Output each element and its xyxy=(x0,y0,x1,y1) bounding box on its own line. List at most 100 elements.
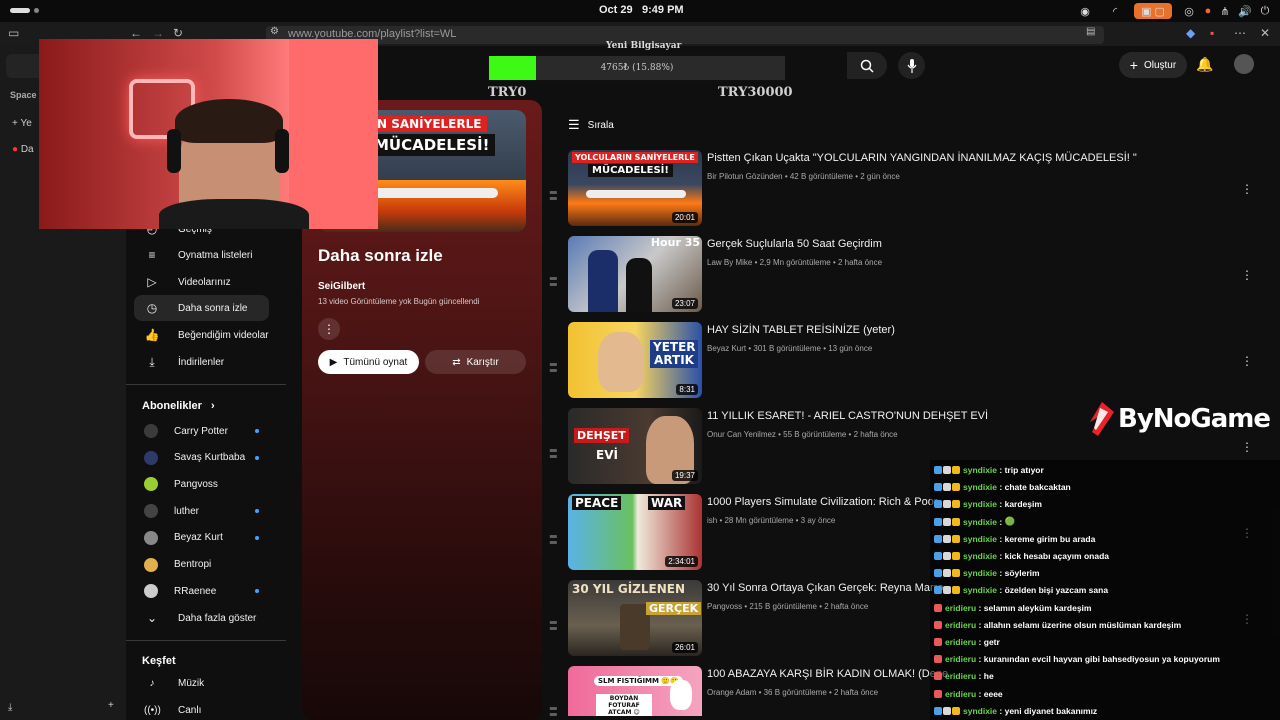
nav-item[interactable]: ▷ Videolarınız xyxy=(134,269,269,295)
video-thumbnail[interactable]: Hour 35 23:07 xyxy=(568,236,702,312)
video-row[interactable]: ‗ ‗ Hour 35 23:07 Gerçek Suçlularla 50 Sa… xyxy=(548,236,1258,316)
explore-item[interactable]: ((•)) Canlı xyxy=(134,697,269,720)
reader-icon[interactable]: ▤ xyxy=(1086,26,1095,37)
workspace-indicator[interactable] xyxy=(10,8,30,13)
drag-handle-icon[interactable]: ‗ ‗ xyxy=(550,611,562,629)
channel-avatar xyxy=(144,450,158,465)
site-settings-icon[interactable]: ⚙ xyxy=(270,26,279,37)
chat-message: syndixie : chate bakcaktan xyxy=(934,479,1071,495)
tab-item-youtube[interactable]: ● Da xyxy=(12,144,34,155)
bynogame-logo: ByNoGame xyxy=(1088,402,1271,436)
extension-badge-icon[interactable]: ▪ xyxy=(1210,26,1214,40)
donation-max: TRY30000 xyxy=(718,85,793,100)
drag-handle-icon[interactable]: ‗ ‗ xyxy=(550,267,562,285)
reload-icon[interactable]: ↻ xyxy=(173,26,183,40)
playlist-more-button[interactable]: ⋮ xyxy=(318,318,340,340)
network-icon[interactable]: ⋔ xyxy=(1218,3,1232,19)
nav-item[interactable]: 👍 Beğendiğim videolar xyxy=(134,322,269,348)
mic-tray-icon[interactable]: ● xyxy=(1202,3,1214,19)
video-title[interactable]: 11 YILLIK ESARET! - ARIEL CASTRO'NUN DEH… xyxy=(707,410,988,422)
create-label: Oluştur xyxy=(1143,59,1177,71)
recording-indicator[interactable]: ▣ ▢ xyxy=(1134,3,1172,19)
video-duration: 8:31 xyxy=(676,384,698,395)
sort-button[interactable]: ☰ Sırala xyxy=(568,117,614,133)
chat-separator: : xyxy=(997,551,1005,561)
drag-handle-icon[interactable]: ‗ ‗ xyxy=(550,525,562,543)
close-icon[interactable]: ✕ xyxy=(1260,26,1270,40)
video-title[interactable]: HAY SİZİN TABLET REİSİNİZE (yeter) xyxy=(707,324,895,336)
video-thumbnail[interactable]: SLM FISTIĞIMM 🙂🙂 BOYDAN FOTURAF ATCAM 😊 xyxy=(568,666,702,716)
voice-search-button[interactable] xyxy=(898,52,925,79)
badge-icon xyxy=(934,552,942,560)
new-tab-item[interactable]: + Ye xyxy=(12,118,32,129)
badge-icon xyxy=(952,517,960,526)
chat-separator: : xyxy=(997,482,1005,493)
nav-item[interactable]: ≡ Oynatma listeleri xyxy=(134,242,269,268)
video-title[interactable]: Pistten Çıkan Uçakta "YOLCULARIN YANGIND… xyxy=(707,152,1137,164)
sidebar-toggle-icon[interactable]: ▭ xyxy=(8,26,19,40)
video-thumbnail[interactable]: YETER ARTIK 8:31 xyxy=(568,322,702,398)
chat-message: syndixie : söylerim xyxy=(934,565,1040,581)
thumb-caption: YETER ARTIK xyxy=(650,340,698,368)
video-thumbnail[interactable]: YOLCULARIN SANİYELERLE MÜCADELESİ! 20:01 xyxy=(568,150,702,226)
chat-username: syndixie xyxy=(963,482,998,493)
video-row[interactable]: ‗ ‗ YETER ARTIK 8:31 HAY SİZİN TABLET REİ… xyxy=(548,322,1258,402)
power-icon[interactable]: ⏻ xyxy=(1258,3,1272,19)
create-button[interactable]: + Oluştur xyxy=(1119,52,1187,78)
play-all-button[interactable]: ▶ Tümünü oynat xyxy=(318,350,419,374)
forward-icon[interactable]: → xyxy=(152,26,164,40)
more-vert-icon[interactable]: ⋮ xyxy=(1241,354,1253,368)
video-thumbnail[interactable]: 30 YIL GİZLENEN GERÇEK 26:01 xyxy=(568,580,702,656)
add-icon[interactable]: + xyxy=(108,700,114,711)
chat-username: eridieru xyxy=(945,602,977,613)
show-more-label: Daha fazla göster xyxy=(178,612,257,624)
subscription-item[interactable]: Savaş Kurtbaba xyxy=(134,445,269,471)
screen-record-icon[interactable]: ◉ xyxy=(1078,3,1092,19)
shuffle-label: Karıştır xyxy=(466,356,499,368)
badge-icon xyxy=(934,569,942,578)
subscription-item[interactable]: Carry Potter xyxy=(134,418,269,444)
drag-handle-icon[interactable]: ‗ ‗ xyxy=(550,439,562,457)
search-button[interactable] xyxy=(847,52,887,79)
volume-icon[interactable]: 🔊 xyxy=(1238,3,1252,19)
extension-shield-icon[interactable]: ◆ xyxy=(1186,26,1195,40)
shuffle-icon: ⇄ xyxy=(452,356,461,368)
back-icon[interactable]: ← xyxy=(130,26,142,40)
account-avatar[interactable] xyxy=(1234,54,1254,74)
video-thumbnail[interactable]: DEHŞET EVİ 19:37 xyxy=(568,408,702,484)
video-title[interactable]: Gerçek Suçlularla 50 Saat Geçirdim xyxy=(707,238,882,250)
video-title[interactable]: 1000 Players Simulate Civilization: Rich… xyxy=(707,496,938,508)
more-vert-icon[interactable]: ⋮ xyxy=(1241,440,1253,454)
nav-item[interactable]: ⤓ İndirilenler xyxy=(134,349,269,375)
download-icon[interactable]: ⤓ xyxy=(8,702,12,713)
chat-message: syndixie : trip atıyor xyxy=(934,462,1044,478)
subscription-item[interactable]: Beyaz Kurt xyxy=(134,525,269,551)
notifications-bell-icon[interactable]: 🔔 xyxy=(1196,56,1213,73)
more-vert-icon[interactable]: ⋮ xyxy=(1241,182,1253,196)
drag-handle-icon[interactable]: ‗ ‗ xyxy=(550,181,562,199)
explore-item[interactable]: ♪ Müzik xyxy=(134,670,269,696)
subscription-item[interactable]: Bentropi xyxy=(134,552,269,578)
video-title[interactable]: 30 Yıl Sonra Ortaya Çıkan Gerçek: Reyna … xyxy=(707,582,943,594)
video-row[interactable]: ‗ ‗ YOLCULARIN SANİYELERLE MÜCADELESİ! 20… xyxy=(548,150,1258,230)
os-date: Oct 29 xyxy=(599,4,633,16)
subscription-item[interactable]: luther xyxy=(134,498,269,524)
playlist-owner[interactable]: SeiGilbert xyxy=(318,281,365,292)
more-vert-icon[interactable]: ⋮ xyxy=(1241,268,1253,282)
shuffle-button[interactable]: ⇄ Karıştır xyxy=(425,350,526,374)
camera-icon[interactable]: ◎ xyxy=(1182,3,1196,19)
subscriptions-heading[interactable]: Abonelikler › xyxy=(142,400,215,412)
video-thumbnail[interactable]: PEACE WAR 2:34:01 xyxy=(568,494,702,570)
drag-handle-icon[interactable]: ‗ ‗ xyxy=(550,353,562,371)
subscription-item[interactable]: RRaenee xyxy=(134,578,269,604)
nav-item[interactable]: ◷ Daha sonra izle xyxy=(134,295,269,321)
channel-name: luther xyxy=(174,505,200,517)
drag-handle-icon[interactable]: ‗ ‗ xyxy=(550,697,562,715)
workspace-dot[interactable] xyxy=(34,8,39,13)
nav-label: Videolarınız xyxy=(178,276,231,288)
show-more-button[interactable]: ⌄ Daha fazla göster xyxy=(134,605,269,631)
more-icon[interactable]: ⋯ xyxy=(1234,26,1246,40)
badge-icon xyxy=(934,603,942,612)
video-title[interactable]: 100 ABAZAYA KARŞI BİR KADIN OLMAK! (Dene xyxy=(707,668,948,680)
subscription-item[interactable]: Pangvoss xyxy=(134,471,269,497)
